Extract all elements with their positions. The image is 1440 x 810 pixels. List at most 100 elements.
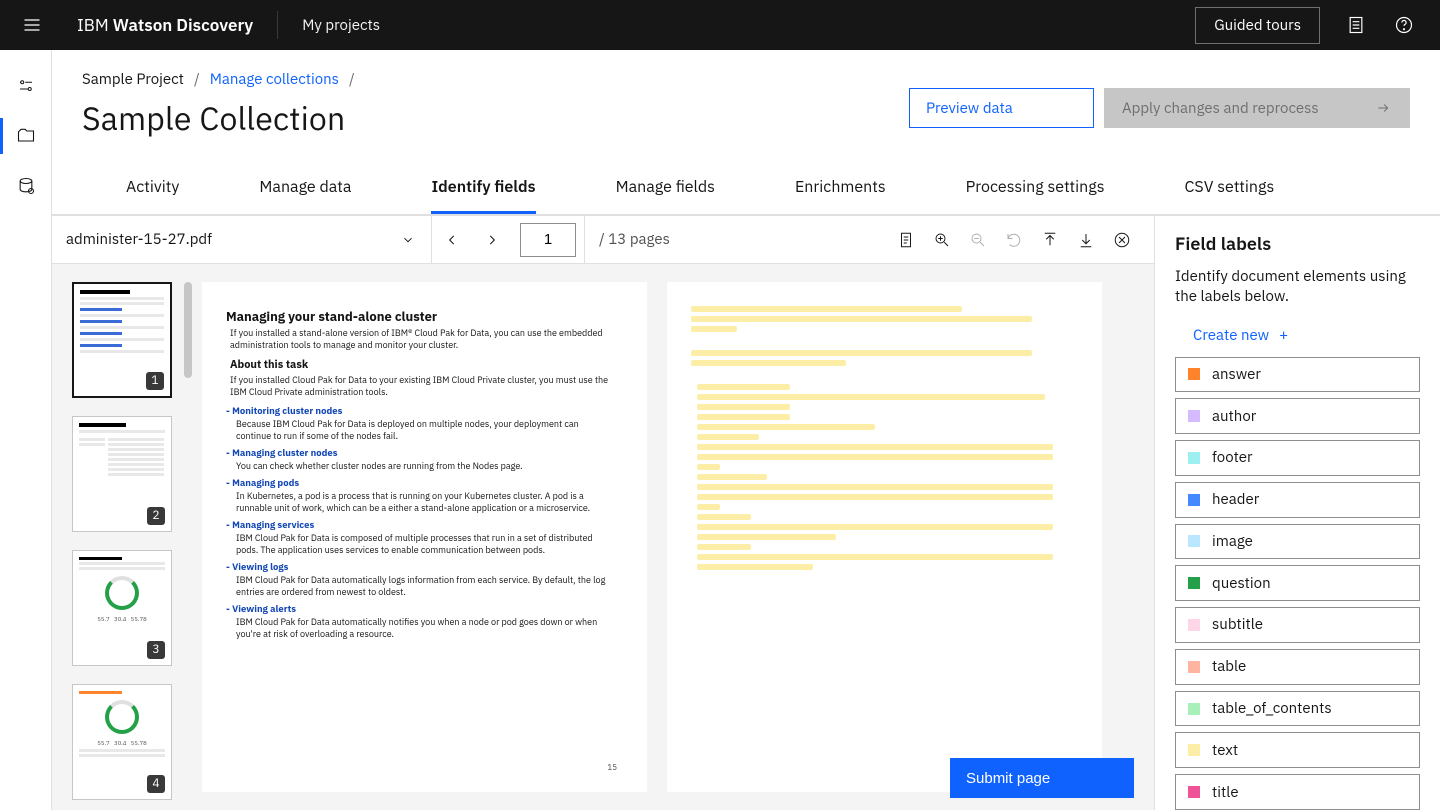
header-region: Sample Project / Manage collections / Sa… [52, 50, 1440, 139]
label-table[interactable]: table [1175, 649, 1420, 685]
tab-activity[interactable]: Activity [126, 163, 179, 214]
label-question[interactable]: question [1175, 565, 1420, 601]
brand: IBM Watson Discovery [77, 14, 253, 36]
label-swatch [1188, 494, 1200, 506]
label-text[interactable]: text [1175, 732, 1420, 768]
breadcrumb-project[interactable]: Sample Project [82, 70, 184, 89]
doc-text: IBM Cloud Pak for Data automatically log… [236, 575, 613, 599]
breadcrumb-manage-collections[interactable]: Manage collections [210, 70, 339, 89]
nav-divider [277, 11, 278, 39]
field-labels-blurb: Identify document elements using the lab… [1175, 267, 1420, 308]
field-labels-heading: Field labels [1175, 232, 1420, 255]
single-page-icon[interactable] [894, 228, 918, 252]
label-swatch [1188, 368, 1200, 380]
label-subtitle[interactable]: subtitle [1175, 607, 1420, 643]
doc-link: - Monitoring cluster nodes [226, 405, 613, 418]
tab-identify-fields[interactable]: Identify fields [431, 163, 535, 214]
upload-icon[interactable] [1038, 228, 1062, 252]
download-icon[interactable] [1074, 228, 1098, 252]
doc-text: If you installed a stand-alone version o… [230, 328, 613, 352]
apply-changes-button: Apply changes and reprocess [1104, 88, 1410, 128]
page-title: Sample Collection [82, 97, 355, 139]
work-area: administer-15-27.pdf / 13 pages [52, 215, 1440, 810]
thumbnail-3[interactable]: 55.7 30.4 55.78 3 [72, 550, 172, 666]
tab-enrichments[interactable]: Enrichments [795, 163, 886, 214]
file-picker[interactable]: administer-15-27.pdf [52, 216, 432, 264]
help-icon[interactable] [1380, 0, 1428, 50]
tab-manage-data[interactable]: Manage data [259, 163, 351, 214]
thumbnail-2[interactable]: 2 [72, 416, 172, 532]
thumbnail-strip: 1 2 55.7 30.4 55.78 3 [52, 264, 194, 810]
doc-text: You can check whether cluster nodes are … [236, 461, 613, 473]
label-text: footer [1212, 448, 1253, 467]
label-text: subtitle [1212, 615, 1263, 634]
rail-collections-icon[interactable] [0, 114, 52, 158]
submit-page-button[interactable]: Submit page [950, 758, 1134, 798]
canvas-row: 1 2 55.7 30.4 55.78 3 [52, 264, 1154, 810]
label-swatch [1188, 661, 1200, 673]
submit-bar: Submit page [950, 758, 1134, 798]
preview-data-button[interactable]: Preview data [909, 88, 1094, 128]
create-new-text: Create new [1193, 326, 1269, 345]
doc-link: - Managing services [226, 519, 613, 532]
label-text: question [1212, 574, 1271, 593]
label-swatch [1188, 703, 1200, 715]
guided-tours-button[interactable]: Guided tours [1195, 7, 1320, 44]
breadcrumb-sep: / [349, 70, 355, 89]
label-list: answer author footer header image question sub… [1175, 357, 1420, 810]
page-nav [432, 216, 585, 264]
label-table_of_contents[interactable]: table_of_contents [1175, 691, 1420, 727]
label-swatch [1188, 410, 1200, 422]
doc-toolbar: administer-15-27.pdf / 13 pages [52, 216, 1154, 264]
label-footer[interactable]: footer [1175, 440, 1420, 476]
label-title[interactable]: title [1175, 774, 1420, 810]
page-input[interactable] [520, 223, 576, 257]
plus-icon: + [1279, 326, 1288, 345]
zoom-out-icon [966, 228, 990, 252]
clear-icon[interactable] [1110, 228, 1134, 252]
brand-bold: Watson Discovery [113, 14, 254, 36]
left-rail [0, 50, 52, 810]
page-left[interactable]: Managing your stand-alone cluster If you… [202, 282, 647, 792]
label-author[interactable]: author [1175, 398, 1420, 434]
thumbnail-4[interactable]: 55.7 30.4 55.78 4 [72, 684, 172, 800]
thumb-page-number: 1 [146, 372, 164, 390]
next-page-button[interactable] [472, 216, 512, 264]
thumbnail-1[interactable]: 1 [72, 282, 172, 398]
viewer: administer-15-27.pdf / 13 pages [52, 216, 1154, 810]
scratchpad-icon[interactable] [1332, 0, 1380, 50]
label-text: table_of_contents [1212, 699, 1332, 718]
doc-text: IBM Cloud Pak for Data automatically not… [236, 617, 613, 641]
label-swatch [1188, 786, 1200, 798]
doc-link: - Viewing logs [226, 561, 613, 574]
doc-text: Because IBM Cloud Pak for Data is deploy… [236, 419, 613, 443]
tab-csv-settings[interactable]: CSV settings [1185, 163, 1275, 214]
prev-page-button[interactable] [432, 216, 472, 264]
label-text: table [1212, 657, 1246, 676]
doc-link: - Managing pods [226, 477, 613, 490]
zoom-in-icon[interactable] [930, 228, 954, 252]
thumb-scrollbar[interactable] [184, 282, 192, 378]
tab-manage-fields[interactable]: Manage fields [616, 163, 715, 214]
apply-changes-label: Apply changes and reprocess [1122, 99, 1319, 118]
tab-processing-settings[interactable]: Processing settings [966, 163, 1105, 214]
nav-my-projects[interactable]: My projects [302, 16, 380, 35]
doc-text: If you installed Cloud Pak for Data to y… [230, 375, 613, 399]
page-right[interactable] [667, 282, 1102, 792]
rail-data-icon[interactable] [0, 164, 52, 208]
thumb-page-number: 2 [147, 507, 165, 525]
chevron-down-icon [401, 233, 415, 247]
menu-toggle-button[interactable] [12, 5, 52, 45]
main: Sample Project / Manage collections / Sa… [52, 50, 1440, 810]
label-header[interactable]: header [1175, 482, 1420, 518]
create-new-label[interactable]: Create new + [1175, 326, 1420, 345]
label-image[interactable]: image [1175, 524, 1420, 560]
doc-heading: Managing your stand-alone cluster [226, 308, 613, 326]
tool-icons [894, 228, 1154, 252]
rail-settings-icon[interactable] [0, 64, 52, 108]
label-answer[interactable]: answer [1175, 357, 1420, 393]
label-swatch [1188, 535, 1200, 547]
thumb-page-number: 3 [147, 641, 165, 659]
thumb-page-number: 4 [147, 775, 165, 793]
label-swatch [1188, 744, 1200, 756]
